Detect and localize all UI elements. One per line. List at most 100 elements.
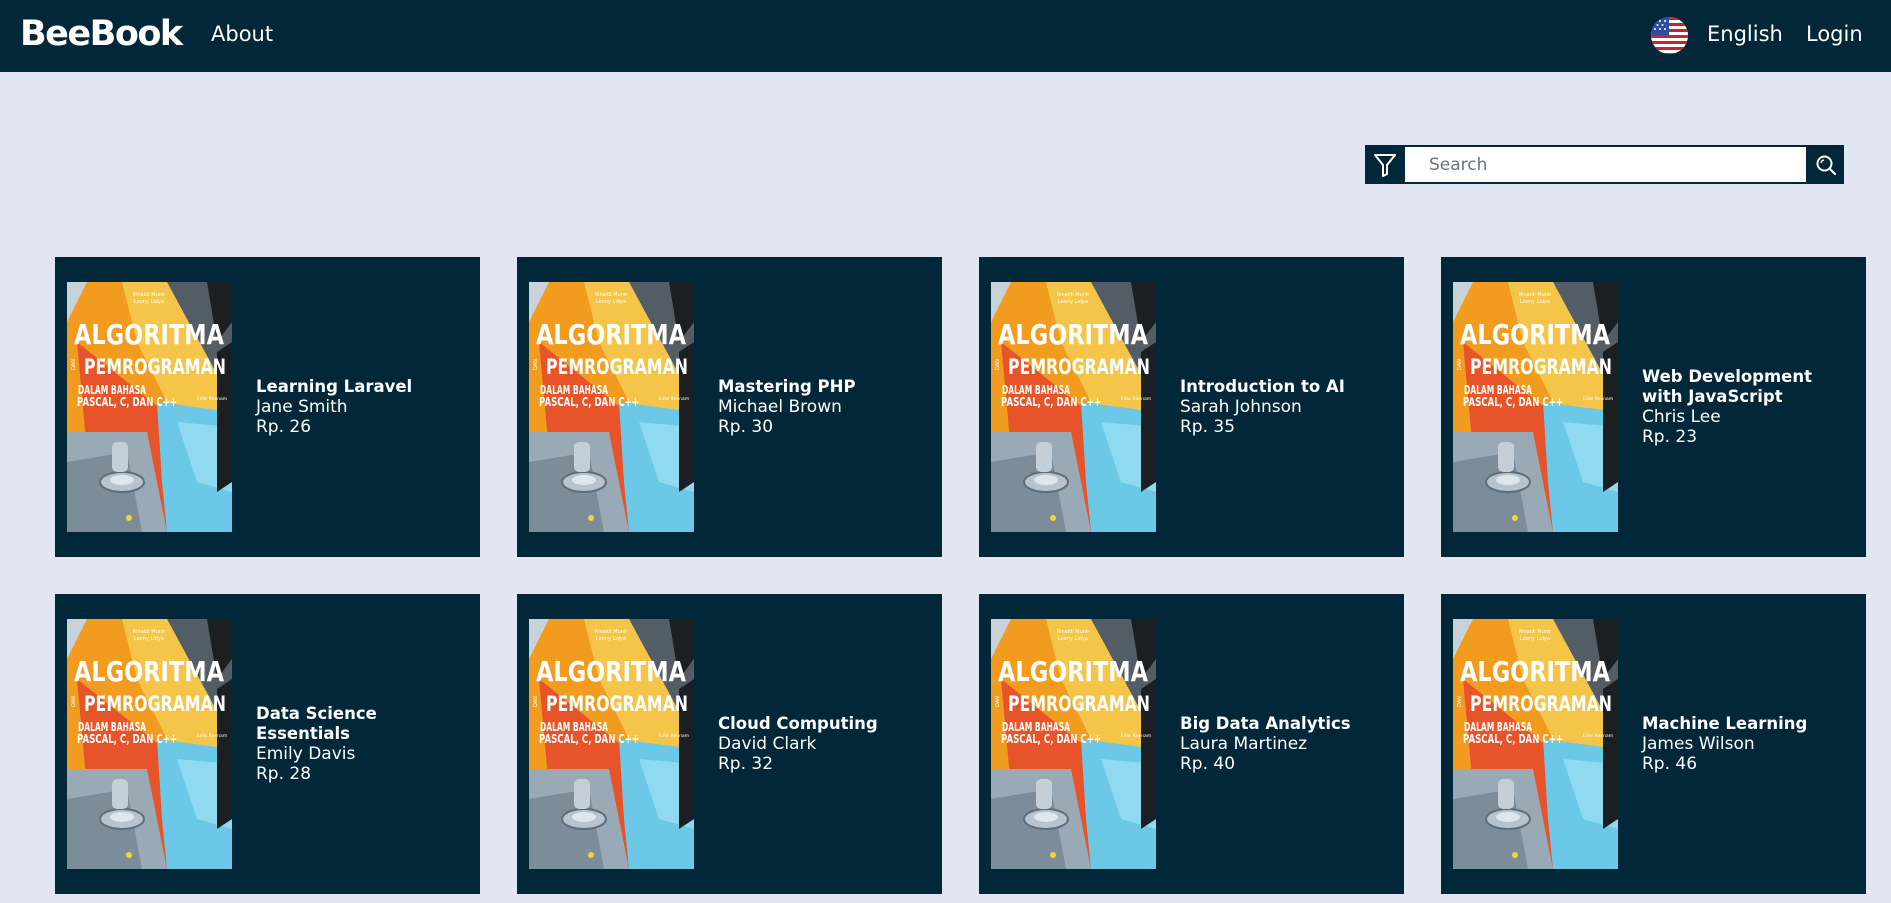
svg-text:Edisi Keenam: Edisi Keenam [197,733,227,739]
svg-text:PASCAL, C, DAN C++: PASCAL, C, DAN C++ [77,395,177,409]
book-title: Web Development with JavaScript [1642,367,1813,406]
svg-text:Rinaldi Munir: Rinaldi Munir [133,629,167,635]
book-author: James Wilson [1642,734,1755,754]
book-info: Mastering PHP Michael Brown Rp. 30 [718,257,924,557]
search-input[interactable] [1405,147,1806,182]
book-title: Introduction to AI [1180,377,1345,396]
book-title: Mastering PHP [718,377,856,396]
us-flag-icon[interactable] [1651,17,1688,54]
svg-text:Leony Lidya: Leony Lidya [596,299,626,305]
svg-text:Leony Lidya: Leony Lidya [1520,636,1550,642]
svg-text:Edisi Keenam: Edisi Keenam [659,733,689,739]
svg-text:ALGORITMA: ALGORITMA [998,655,1148,688]
book-info: Big Data Analytics Laura Martinez Rp. 40 [1180,594,1386,894]
book-price: Rp. 23 [1642,427,1698,447]
book-cover-image: Rinaldi Munir Leony Lidya ALGORITMA DAN … [67,282,232,532]
svg-text:DAN: DAN [533,359,539,370]
svg-text:DAN: DAN [995,696,1001,707]
search-button[interactable] [1808,145,1844,184]
svg-text:PASCAL, C, DAN C++: PASCAL, C, DAN C++ [1463,395,1563,409]
svg-text:Edisi Keenam: Edisi Keenam [1121,396,1151,402]
svg-text:Edisi Keenam: Edisi Keenam [197,396,227,402]
svg-text:ALGORITMA: ALGORITMA [1460,655,1610,688]
book-card[interactable]: Rinaldi Munir Leony Lidya ALGORITMA DAN … [1441,594,1866,894]
svg-text:DAN: DAN [71,696,77,707]
book-title: Cloud Computing [718,714,878,733]
book-info: Machine Learning James Wilson Rp. 46 [1642,594,1848,894]
book-author: David Clark [718,734,817,754]
book-price: Rp. 46 [1642,754,1698,774]
book-cover-image: Rinaldi Munir Leony Lidya ALGORITMA DAN … [67,619,232,869]
search-bar [1365,145,1844,184]
svg-text:ALGORITMA: ALGORITMA [998,318,1148,351]
book-cover-image: Rinaldi Munir Leony Lidya ALGORITMA DAN … [991,282,1156,532]
svg-text:PEMROGRAMAN: PEMROGRAMAN [84,355,226,379]
book-card[interactable]: Rinaldi Munir Leony Lidya ALGORITMA DAN … [55,257,480,557]
svg-text:Rinaldi Munir: Rinaldi Munir [595,629,629,635]
book-card[interactable]: Rinaldi Munir Leony Lidya ALGORITMA DAN … [979,257,1404,557]
book-title: Data Science Essentials [256,704,377,743]
svg-text:Leony Lidya: Leony Lidya [1058,636,1088,642]
brand-logo[interactable]: BeeBook [20,14,183,54]
svg-text:ALGORITMA: ALGORITMA [536,318,686,351]
book-title: Learning Laravel [256,377,413,396]
book-author: Michael Brown [718,397,842,417]
svg-text:ALGORITMA: ALGORITMA [1460,318,1610,351]
svg-text:PEMROGRAMAN: PEMROGRAMAN [546,692,688,716]
svg-text:DAN: DAN [1457,359,1463,370]
book-cover-image: Rinaldi Munir Leony Lidya ALGORITMA DAN … [529,619,694,869]
book-info: Data Science Essentials Emily Davis Rp. … [256,594,462,894]
svg-text:Edisi Keenam: Edisi Keenam [1583,733,1613,739]
book-price: Rp. 30 [718,417,774,437]
filter-button[interactable] [1365,145,1405,184]
book-info: Learning Laravel Jane Smith Rp. 26 [256,257,462,557]
book-card[interactable]: Rinaldi Munir Leony Lidya ALGORITMA DAN … [517,257,942,557]
svg-text:Edisi Keenam: Edisi Keenam [1121,733,1151,739]
book-card[interactable]: Rinaldi Munir Leony Lidya ALGORITMA DAN … [55,594,480,894]
svg-text:PASCAL, C, DAN C++: PASCAL, C, DAN C++ [1001,395,1101,409]
svg-text:DAN: DAN [1457,696,1463,707]
svg-text:Leony Lidya: Leony Lidya [134,299,164,305]
svg-text:Edisi Keenam: Edisi Keenam [659,396,689,402]
book-card[interactable]: Rinaldi Munir Leony Lidya ALGORITMA DAN … [517,594,942,894]
book-card[interactable]: Rinaldi Munir Leony Lidya ALGORITMA DAN … [1441,257,1866,557]
svg-text:PEMROGRAMAN: PEMROGRAMAN [1470,355,1612,379]
svg-text:Rinaldi Munir: Rinaldi Munir [1519,292,1553,298]
svg-text:Leony Lidya: Leony Lidya [1520,299,1550,305]
svg-text:DAN: DAN [71,359,77,370]
book-cover-image: Rinaldi Munir Leony Lidya ALGORITMA DAN … [991,619,1156,869]
book-price: Rp. 28 [256,764,312,784]
search-icon [1816,155,1837,175]
svg-text:ALGORITMA: ALGORITMA [74,318,224,351]
svg-text:Edisi Keenam: Edisi Keenam [1583,396,1613,402]
svg-text:Leony Lidya: Leony Lidya [596,636,626,642]
svg-text:Rinaldi Munir: Rinaldi Munir [133,292,167,298]
svg-text:DAN: DAN [533,696,539,707]
book-info: Introduction to AI Sarah Johnson Rp. 35 [1180,257,1386,557]
svg-text:PASCAL, C, DAN C++: PASCAL, C, DAN C++ [1463,732,1563,746]
nav-about-link[interactable]: About [211,22,273,46]
book-author: Laura Martinez [1180,734,1308,754]
book-cover-image: Rinaldi Munir Leony Lidya ALGORITMA DAN … [1453,619,1618,869]
book-price: Rp. 35 [1180,417,1236,437]
svg-text:PASCAL, C, DAN C++: PASCAL, C, DAN C++ [1001,732,1101,746]
svg-text:PASCAL, C, DAN C++: PASCAL, C, DAN C++ [539,732,639,746]
language-selector[interactable]: English [1707,22,1783,46]
book-price: Rp. 26 [256,417,312,437]
top-navbar: BeeBook About English Login [0,0,1891,72]
book-price: Rp. 32 [718,754,774,774]
svg-text:ALGORITMA: ALGORITMA [74,655,224,688]
book-title: Big Data Analytics [1180,714,1351,733]
svg-text:Leony Lidya: Leony Lidya [1058,299,1088,305]
svg-text:Leony Lidya: Leony Lidya [134,636,164,642]
book-author: Jane Smith [256,397,348,417]
book-title: Machine Learning [1642,714,1808,733]
book-grid: Rinaldi Munir Leony Lidya ALGORITMA DAN … [55,257,1866,894]
svg-text:PASCAL, C, DAN C++: PASCAL, C, DAN C++ [539,395,639,409]
book-card[interactable]: Rinaldi Munir Leony Lidya ALGORITMA DAN … [979,594,1404,894]
book-info: Cloud Computing David Clark Rp. 32 [718,594,924,894]
book-info: Web Development with JavaScript Chris Le… [1642,257,1848,557]
login-link[interactable]: Login [1806,22,1863,46]
book-author: Chris Lee [1642,407,1721,427]
svg-text:PEMROGRAMAN: PEMROGRAMAN [546,355,688,379]
